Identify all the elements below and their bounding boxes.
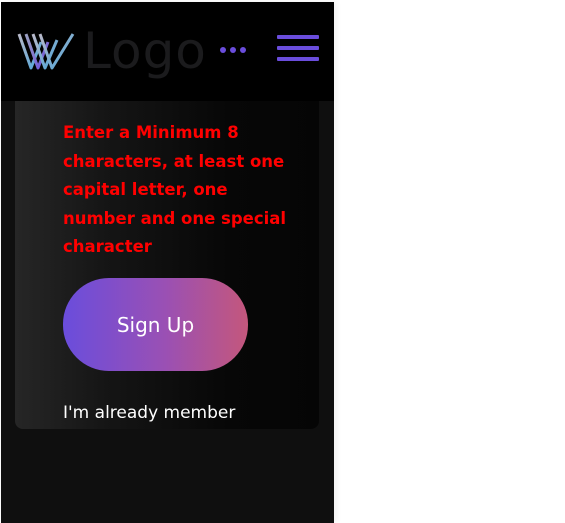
hamburger-bar bbox=[277, 57, 319, 61]
hamburger-bar bbox=[277, 35, 319, 39]
logo-text: Logo bbox=[83, 22, 207, 80]
sign-up-button[interactable]: Sign Up bbox=[63, 278, 248, 371]
more-dots-icon[interactable] bbox=[220, 43, 252, 57]
dot bbox=[240, 47, 246, 53]
logo[interactable]: Logo bbox=[17, 26, 207, 76]
password-error-message: Enter a Minimum 8 characters, at least o… bbox=[63, 123, 287, 256]
dot bbox=[230, 47, 236, 53]
mobile-viewport: Logo Enter a Minimum 8 characters, at le… bbox=[1, 2, 334, 523]
already-member-link[interactable]: I'm already member bbox=[63, 400, 235, 429]
site-header: Logo bbox=[1, 2, 334, 101]
dot bbox=[220, 47, 226, 53]
hamburger-bar bbox=[277, 46, 319, 50]
hamburger-menu-icon[interactable] bbox=[277, 35, 319, 63]
logo-mark-icon bbox=[17, 33, 75, 70]
signup-form-card: Enter a Minimum 8 characters, at least o… bbox=[15, 92, 319, 429]
